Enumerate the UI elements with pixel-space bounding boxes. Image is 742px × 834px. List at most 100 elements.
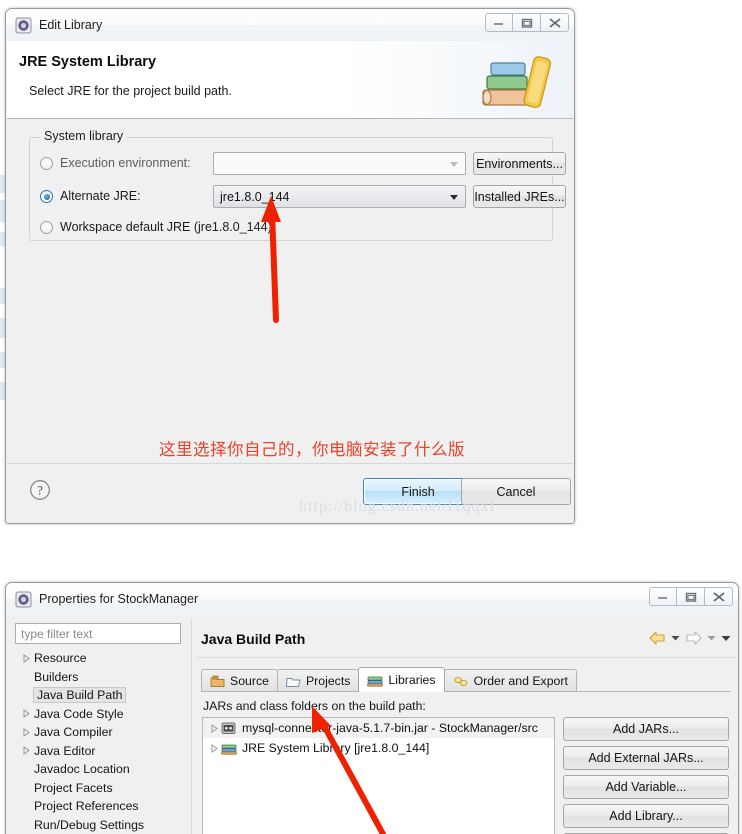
chevron-down-icon [450,162,458,167]
properties-body: type filter text Resource Builders Java … [7,615,737,834]
edit-library-titlebar[interactable]: Edit Library [6,9,574,41]
close-icon[interactable] [541,13,569,32]
alternate-jre-value: jre1.8.0_144 [220,189,290,204]
jar-list-item[interactable]: JRE System Library [jre1.8.0_144] [203,738,554,758]
expand-triangle-icon[interactable] [19,709,34,719]
add-library-button[interactable]: Add Library... [563,804,729,828]
add-jars-button[interactable]: Add JARs... [563,717,729,741]
add-variable-button[interactable]: Add Variable... [563,775,729,799]
radio-execution-environment[interactable] [40,156,53,170]
tree-item-java-code-style[interactable]: Java Code Style [15,705,189,724]
watermark: http://blog.csdn.net/l1qqxf [299,498,496,515]
tree-item-label: Java Build Path [34,688,126,703]
add-external-jars-button[interactable]: Add External JARs... [563,746,729,770]
tree-item-java-editor[interactable]: Java Editor [15,742,189,761]
alternate-jre-combo[interactable]: jre1.8.0_144 [213,185,466,208]
add-library-label: Add Library... [609,809,683,823]
properties-title: Properties for StockManager [39,592,199,606]
projects-folder-icon [285,675,301,688]
option-label: Alternate JRE: [60,189,141,203]
tab-order-and-export[interactable]: Order and Export [443,669,577,692]
add-variable-label: Add Variable... [605,780,687,794]
panel-divider[interactable] [191,619,192,834]
execution-environment-combo[interactable] [213,152,466,175]
edit-library-dialog: Edit Library JRE System Library Select J… [5,8,575,524]
pane-divider [197,657,735,658]
help-icon[interactable]: ? [29,479,51,501]
option-execution-environment[interactable]: Execution environment: [40,152,191,174]
jar-label: JRE System Library [jre1.8.0_144] [242,741,430,755]
eclipse-icon [15,17,32,34]
back-arrow-icon[interactable] [649,631,666,645]
tree-item-label: Run/Debug Settings [34,817,145,832]
tab-projects[interactable]: Projects [276,669,360,692]
option-label: Workspace default JRE (jre1.8.0_144) [60,220,272,234]
tree-item-label: Project References [34,799,139,814]
installed-jres-button[interactable]: Installed JREs... [473,185,566,208]
expand-triangle-icon[interactable] [19,727,34,737]
window-controls [649,587,733,606]
minimize-icon[interactable] [485,13,513,32]
tree-item-java-build-path[interactable]: Java Build Path [15,686,189,705]
java-build-path-pane: Java Build Path Source Projects Librarie… [197,619,735,834]
tree-item-javadoc-location[interactable]: Javadoc Location [15,760,189,779]
back-menu-chevron-down-icon[interactable] [671,635,680,641]
jars-label: JARs and class folders on the build path… [203,699,426,713]
tree-item-label: Java Editor [34,743,96,758]
expand-triangle-icon[interactable] [19,746,34,756]
tab-label: Projects [305,674,351,688]
jar-list[interactable]: mysql-connector-java-5.1.7-bin.jar - Sto… [202,717,555,834]
tab-source[interactable]: Source [201,669,278,692]
option-label: Execution environment: [60,156,191,170]
group-title: System library [40,129,128,143]
tab-label: Order and Export [473,674,568,688]
library-icon [221,742,238,755]
tree-item-builders[interactable]: Builders [15,668,189,687]
edit-library-body: System library Execution environment: En… [7,119,573,485]
environments-button-label: Environments... [476,156,563,171]
option-alternate-jre[interactable]: Alternate JRE: [40,185,141,207]
add-jars-label: Add JARs... [613,722,679,736]
order-export-icon [453,675,469,688]
expand-triangle-icon[interactable] [207,723,221,733]
more-chevron-down-icon[interactable] [721,635,731,642]
radio-alternate-jre[interactable] [40,189,53,203]
radio-workspace-default-jre[interactable] [40,220,53,234]
tab-libraries[interactable]: Libraries [358,667,445,692]
forward-arrow-icon[interactable] [685,631,702,645]
books-icon [481,51,559,118]
properties-titlebar[interactable]: Properties for StockManager [6,583,738,615]
minimize-icon[interactable] [649,587,677,606]
option-workspace-default-jre[interactable]: Workspace default JRE (jre1.8.0_144) [40,216,272,238]
tab-label: Libraries [388,673,436,687]
page-title: Java Build Path [201,631,306,647]
tree-item-label: Project Facets [34,780,113,795]
forward-menu-chevron-down-icon[interactable] [707,635,716,641]
system-library-group: System library Execution environment: En… [29,129,566,241]
tree-item-project-facets[interactable]: Project Facets [15,779,189,798]
tree-item-java-compiler[interactable]: Java Compiler [15,723,189,742]
close-icon[interactable] [705,587,733,606]
expand-triangle-icon[interactable] [19,653,34,663]
build-path-actions: Add JARs... Add External JARs... Add Var… [563,717,729,834]
libraries-icon [367,674,384,687]
environments-button[interactable]: Environments... [473,152,566,175]
chevron-down-icon [450,195,458,200]
maximize-icon[interactable] [513,13,541,32]
edit-library-title: Edit Library [39,18,103,32]
jar-label: mysql-connector-java-5.1.7-bin.jar - Sto… [242,721,538,735]
tree-item-run-debug-settings[interactable]: Run/Debug Settings [15,816,189,834]
tree-item-resource[interactable]: Resource [15,649,189,668]
expand-triangle-icon[interactable] [207,743,221,753]
tree-item-label: Java Compiler [34,725,113,740]
svg-text:?: ? [37,484,43,498]
banner-heading: JRE System Library [19,54,157,70]
jar-list-item[interactable]: mysql-connector-java-5.1.7-bin.jar - Sto… [203,718,554,738]
finish-button-label: Finish [401,484,435,499]
tree-item-project-references[interactable]: Project References [15,797,189,816]
filter-input[interactable]: type filter text [15,623,181,644]
banner-description: Select JRE for the project build path. [29,84,232,98]
installed-jres-button-label: Installed JREs... [474,189,565,204]
maximize-icon[interactable] [677,587,705,606]
edit-library-banner: JRE System Library Select JRE for the pr… [7,41,573,119]
